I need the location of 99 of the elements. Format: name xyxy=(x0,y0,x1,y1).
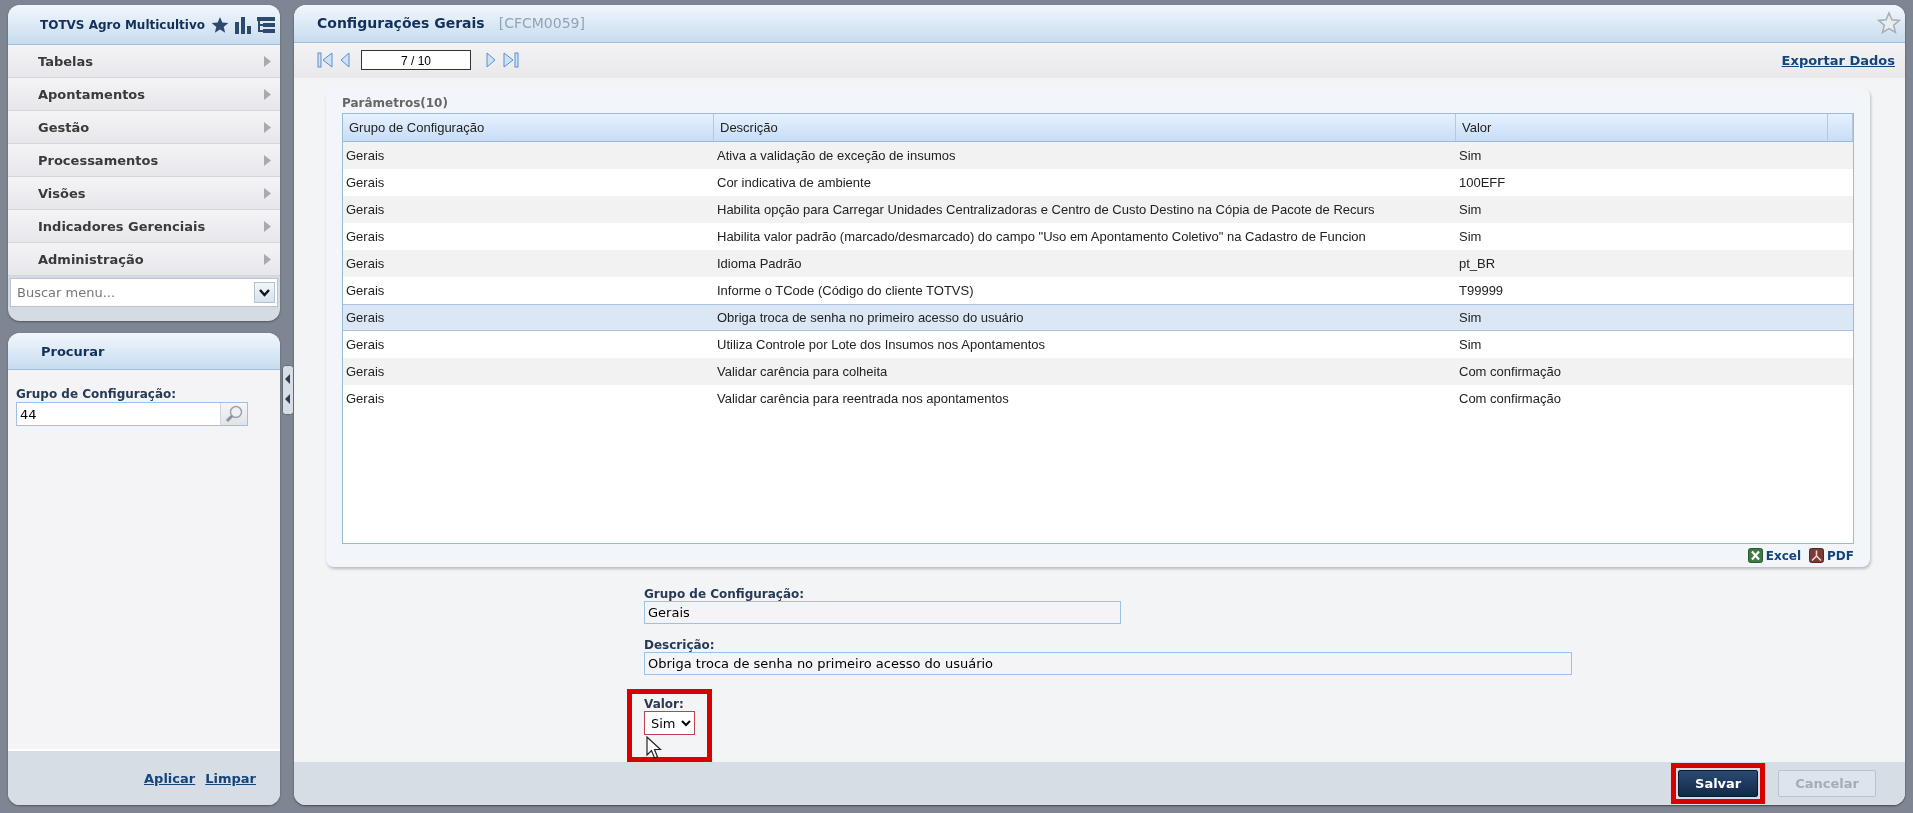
table-cell-text: 100EFF xyxy=(1458,175,1507,191)
table-cell-text: Gerais xyxy=(345,229,386,245)
triangle-right-icon xyxy=(262,252,272,266)
search-box[interactable]: 44 xyxy=(16,402,248,426)
mouse-pointer-icon xyxy=(646,736,662,761)
app-title: TOTVS Agro Multicultivo xyxy=(40,17,206,32)
field-label: Descrição: xyxy=(644,638,716,653)
table-cell-text: Informe o TCode (Código do cliente TOTVS) xyxy=(716,283,975,299)
table-cell-text: Ativa a validação de exceção de insumos xyxy=(716,148,957,164)
table-cell-text: Gerais xyxy=(345,391,386,407)
star-icon[interactable] xyxy=(211,15,230,34)
table-cell-text: T99999 xyxy=(1458,283,1505,299)
field-label: Grupo de Configuração: xyxy=(644,587,806,602)
table-cell-text: Sim xyxy=(1458,148,1483,164)
export-link[interactable]: PDF xyxy=(1827,548,1854,563)
table-cell-text: Cor indicativa de ambiente xyxy=(716,175,872,191)
table-cell-text: Validar carência para reentrada nos apontamentos xyxy=(716,391,1010,407)
table-cell-text: Gerais xyxy=(345,256,386,272)
table-cell-text: Gerais xyxy=(345,283,386,299)
collapse-handle-icon[interactable] xyxy=(282,365,294,415)
link[interactable]: Aplicar xyxy=(144,770,196,786)
triangle-right-icon xyxy=(262,120,272,134)
spreadsheet-icon[interactable] xyxy=(1747,548,1763,564)
table-cell-text: Obriga troca de senha no primeiro acesso do usuário xyxy=(716,310,1025,326)
document-icon[interactable] xyxy=(1809,548,1825,564)
table-cell-text: Gerais xyxy=(345,202,386,218)
table-row[interactable]: Gerais Utiliza Controle por Lote dos Insumos nos Apontamentos Sim xyxy=(343,331,1853,359)
table-cell-text: Sim xyxy=(1458,337,1483,353)
column-header[interactable]: Grupo de Configuração xyxy=(343,114,714,142)
table-cell-text: Gerais xyxy=(345,364,386,380)
table-row[interactable]: Gerais Obriga troca de senha no primeiro acesso do usuário Sim xyxy=(343,304,1853,332)
table-cell-text: Validar carência para colheita xyxy=(716,364,889,380)
table-row[interactable]: Gerais Habilita opção para Carregar Unidades Centralizadoras e Centro de Custo Destino na Cópia de Pacote de Recurs Sim xyxy=(343,196,1853,224)
column-header[interactable]: Valor xyxy=(1456,114,1828,142)
triangle-right-icon xyxy=(262,54,272,68)
menu-item[interactable]: Administração xyxy=(8,243,280,276)
triangle-right-icon xyxy=(262,153,272,167)
page-title: Configurações Gerais xyxy=(317,15,485,32)
chevron-down-icon xyxy=(259,288,270,297)
triangle-right-icon xyxy=(262,219,272,233)
search-button[interactable] xyxy=(220,403,247,425)
panel-title: Procurar xyxy=(41,343,105,359)
menu-search-field[interactable]: Buscar menu... xyxy=(15,284,254,301)
triangle-right-icon xyxy=(262,186,272,200)
table-cell-text: Utiliza Controle por Lote dos Insumos nos Apontamentos xyxy=(716,337,1047,353)
table-row[interactable]: Gerais Validar carência para colheita Com confirmação xyxy=(343,358,1853,386)
field-label: Grupo de Configuração: xyxy=(16,387,178,401)
menu-item[interactable]: Processamentos xyxy=(8,144,280,177)
menu-item[interactable]: Visões xyxy=(8,177,280,210)
table-row[interactable]: Gerais Habilita valor padrão (marcado/desmarcado) do campo "Uso em Apontamento Coletivo" na Cadastro de Funcion Sim xyxy=(343,223,1853,251)
screen-code: [CFCM0059] xyxy=(498,15,586,32)
tree-list-icon[interactable] xyxy=(257,15,276,34)
menu-item[interactable]: Tabelas xyxy=(8,45,280,78)
table-cell-text: Gerais xyxy=(345,310,386,326)
page-indicator-field[interactable]: 7 / 10 xyxy=(361,50,471,71)
table-cell-text: Gerais xyxy=(345,175,386,191)
table-row[interactable]: Gerais Informe o TCode (Código do cliente TOTVS) T99999 xyxy=(343,277,1853,305)
table-cell-text: Gerais xyxy=(345,148,386,164)
menu-item[interactable]: Gestão xyxy=(8,111,280,144)
table-row[interactable]: Gerais Validar carência para reentrada nos apontamentos Com confirmação xyxy=(343,385,1853,413)
menu-item-label: Gestão xyxy=(38,119,90,135)
menu-item[interactable]: Apontamentos xyxy=(8,78,280,111)
table-cell-text: Idioma Padrão xyxy=(716,256,803,272)
link[interactable]: Limpar xyxy=(205,770,256,786)
search-icon xyxy=(225,405,243,423)
table-cell-text: Sim xyxy=(1458,310,1483,326)
triangle-right-icon xyxy=(262,87,272,101)
table-cell-text: Com confirmação xyxy=(1458,391,1562,407)
table-cell-text: pt_BR xyxy=(1458,256,1497,272)
text-field[interactable]: Obriga troca de senha no primeiro acesso do usuário xyxy=(644,652,1572,676)
table-cell-text: Habilita valor padrão (marcado/desmarcado) do campo "Uso em Apontamento Coletivo" na Cadastro de Funcion xyxy=(716,229,1367,245)
table-cell-text: Sim xyxy=(1458,229,1483,245)
table-row[interactable]: Gerais Ativa a validação de exceção de insumos Sim xyxy=(343,142,1853,170)
bar-chart-icon[interactable] xyxy=(235,15,252,34)
favorite-star-icon[interactable] xyxy=(1877,11,1901,36)
menu-search-box[interactable]: Buscar menu... xyxy=(10,278,278,307)
table-row[interactable]: Gerais Cor indicativa de ambiente 100EFF xyxy=(343,169,1853,197)
dropdown-button[interactable] xyxy=(254,282,275,303)
menu-item-label: Processamentos xyxy=(38,152,159,168)
field-label: Valor: xyxy=(644,697,685,712)
menu-item-label: Tabelas xyxy=(38,53,94,69)
table-cell-text: Gerais xyxy=(345,337,386,353)
table-row[interactable]: Gerais Idioma Padrão pt_BR xyxy=(343,250,1853,278)
menu-item-label: Indicadores Gerenciais xyxy=(38,218,206,234)
table-cell-text: Sim xyxy=(1458,202,1483,218)
table-cell-text: Com confirmação xyxy=(1458,364,1562,380)
value-dropdown[interactable]: Sim xyxy=(644,711,695,736)
menu-item[interactable]: Indicadores Gerenciais xyxy=(8,210,280,243)
search-field[interactable]: 44 xyxy=(17,403,220,425)
menu-item-label: Apontamentos xyxy=(38,86,146,102)
table-caption: Parâmetros(10) xyxy=(342,96,449,111)
menu-item-label: Visões xyxy=(38,185,86,201)
text-field[interactable]: Gerais xyxy=(644,601,1121,625)
menu-item-label: Administração xyxy=(38,251,144,267)
column-header[interactable]: Descrição xyxy=(714,114,1456,142)
export-link[interactable]: Excel xyxy=(1765,548,1802,563)
save-button[interactable]: Salvar xyxy=(1678,770,1759,798)
export-data-link[interactable]: Exportar Dados xyxy=(1781,52,1895,68)
table-cell-text: Habilita opção para Carregar Unidades Centralizadoras e Centro de Custo Destino na Cópia de Pacote de Recurs xyxy=(716,202,1376,218)
